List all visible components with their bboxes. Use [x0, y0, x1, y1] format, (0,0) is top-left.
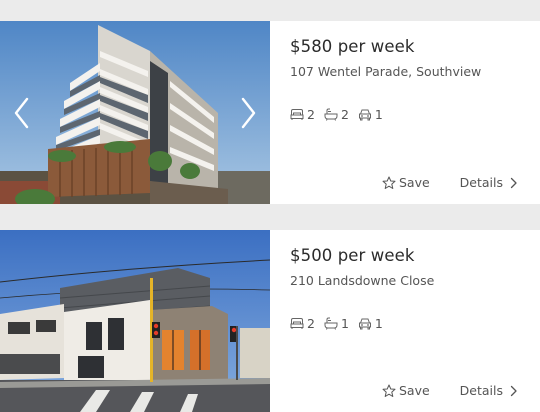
listing-actions: Save Details	[382, 383, 518, 398]
save-label: Save	[398, 175, 430, 190]
details-label: Details	[459, 175, 503, 190]
listing-features: 2 1 1	[290, 316, 392, 331]
bedrooms-count: 2	[307, 107, 315, 122]
car-icon	[358, 318, 371, 330]
apartment-building-photo	[0, 21, 270, 204]
bed-icon	[290, 318, 304, 329]
listing-card[interactable]: $580 per week 107 Wentel Parade, Southvi…	[0, 21, 540, 204]
listing-photo-carousel[interactable]	[0, 21, 270, 204]
save-button[interactable]: Save	[382, 175, 430, 190]
save-label: Save	[398, 383, 430, 398]
listing-info: $500 per week 210 Landsdowne Close 2 1 1…	[290, 230, 540, 412]
bathrooms-count: 2	[340, 107, 349, 122]
chevron-left-icon	[14, 97, 29, 128]
photo-next-button[interactable]	[234, 93, 262, 133]
parking-feature: 1	[358, 107, 383, 122]
details-button[interactable]: Details	[460, 383, 518, 398]
listing-card[interactable]: $500 per week 210 Landsdowne Close 2 1 1…	[0, 230, 540, 412]
listing-address: 107 Wentel Parade, Southview	[290, 64, 482, 79]
listing-address: 210 Landsdowne Close	[290, 273, 435, 288]
listing-price: $580 per week	[290, 37, 415, 56]
listing-features: 2 2 1	[290, 107, 392, 122]
details-button[interactable]: Details	[460, 175, 518, 190]
bedrooms-count: 2	[307, 316, 315, 331]
parking-count: 1	[374, 107, 383, 122]
car-icon	[358, 109, 371, 121]
listing-photo-carousel[interactable]	[0, 230, 270, 412]
bed-icon	[290, 109, 304, 120]
bath-icon	[324, 317, 338, 330]
listing-price: $500 per week	[290, 246, 415, 265]
chevron-right-icon	[510, 177, 517, 188]
bathrooms-feature: 2	[324, 107, 349, 122]
star-icon	[382, 384, 396, 397]
save-button[interactable]: Save	[382, 383, 430, 398]
bedrooms-feature: 2	[290, 107, 315, 122]
star-icon	[382, 176, 396, 189]
parking-feature: 1	[358, 316, 383, 331]
chevron-right-icon	[510, 385, 517, 396]
listing-actions: Save Details	[382, 175, 518, 190]
parking-count: 1	[374, 316, 383, 331]
photo-prev-button[interactable]	[8, 93, 36, 133]
corner-building-photo	[0, 230, 270, 412]
details-label: Details	[459, 383, 503, 398]
bedrooms-feature: 2	[290, 316, 315, 331]
bathrooms-feature: 1	[324, 316, 349, 331]
bathrooms-count: 1	[340, 316, 349, 331]
chevron-right-icon	[241, 97, 256, 128]
bath-icon	[324, 108, 338, 121]
listing-info: $580 per week 107 Wentel Parade, Southvi…	[290, 21, 540, 204]
